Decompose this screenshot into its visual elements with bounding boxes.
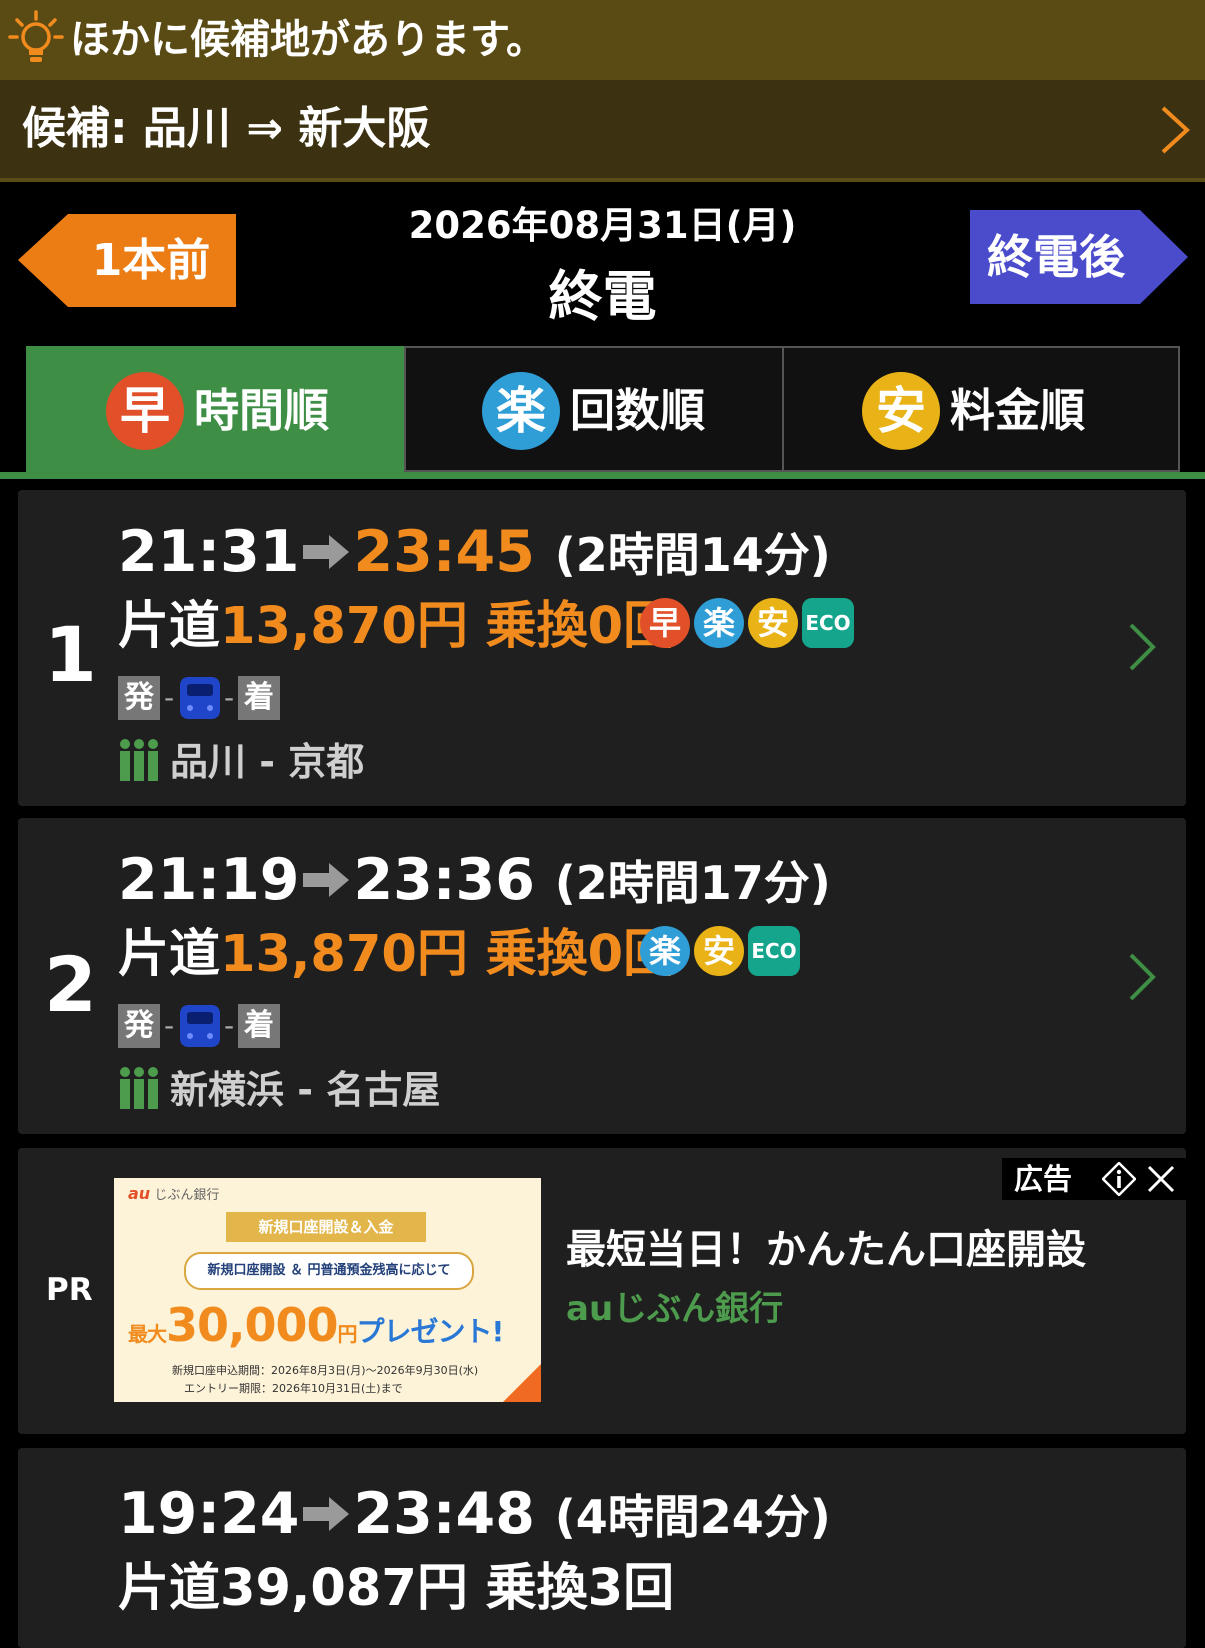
- route-times: 21:31 23:45 (2時間14分): [118, 516, 831, 591]
- cheap-badge-icon: 安: [694, 926, 744, 976]
- section-stations: 品川 - 京都: [170, 740, 365, 784]
- easy-badge-icon: 楽: [694, 598, 744, 648]
- fare-prefix: 片道: [118, 597, 221, 656]
- ad-sponsor: auじぶん銀行: [566, 1289, 784, 1329]
- departure-time: 19:24: [118, 1481, 300, 1547]
- fare-amount: 13,870円: [220, 925, 468, 984]
- travel-duration: (2時間17分): [554, 856, 831, 910]
- search-mode: 終電: [548, 265, 657, 328]
- au-logo: au: [128, 1184, 151, 1203]
- departure-marker: 発: [118, 1004, 160, 1048]
- easy-icon: 楽: [482, 372, 560, 450]
- tab-sort-by-fare[interactable]: 安 料金順: [782, 346, 1180, 472]
- previous-train-label: 1本前: [91, 235, 211, 286]
- route-times: 21:19 23:36 (2時間17分): [118, 844, 831, 919]
- fare-amount: 13,870円: [220, 597, 468, 656]
- route-dash: -: [224, 1009, 235, 1042]
- chevron-right-icon: [1161, 106, 1190, 154]
- tab-sort-by-time[interactable]: 早 時間順: [26, 346, 406, 472]
- ad-tag-label: 広告: [1014, 1162, 1073, 1196]
- route-dash: -: [164, 681, 175, 714]
- pr-label: PR: [46, 1272, 93, 1308]
- arrival-marker: 着: [238, 676, 280, 720]
- transfer-count: 乗換3回: [485, 1559, 675, 1618]
- shinkansen-icon: [180, 1005, 220, 1047]
- fare-prefix: 片道: [118, 1559, 221, 1618]
- cheap-badge-icon: 安: [748, 598, 798, 648]
- arrival-marker: 着: [238, 1004, 280, 1048]
- tab-sort-by-transfers[interactable]: 楽 回数順: [404, 346, 784, 472]
- departure-time: 21:19: [118, 847, 300, 913]
- route-result-2[interactable]: 2 21:19 23:36 (2時間17分) 片道13,870円 乗換0回 楽 安…: [18, 818, 1186, 1134]
- ad-amount-unit: 円: [337, 1322, 358, 1346]
- ad-entry: エントリー期限：2026年10月31日(土)まで: [184, 1382, 403, 1395]
- people-icon: [120, 739, 158, 781]
- ad-tag: 広告: [1002, 1158, 1186, 1200]
- close-icon[interactable]: [1146, 1164, 1176, 1194]
- alternate-location-alert: ほかに候補地があります。: [0, 0, 1205, 80]
- arrow-right-icon: [303, 535, 350, 570]
- cheap-icon: 安: [862, 372, 940, 450]
- ad-title[interactable]: 最短当日！かんたん口座開設: [566, 1222, 1086, 1278]
- people-icon: [120, 1067, 158, 1109]
- travel-duration: (2時間14分): [554, 528, 831, 582]
- lightbulb-icon: [8, 10, 64, 62]
- after-last-train-button[interactable]: 終電後: [970, 210, 1188, 304]
- section-stations: 新横浜 - 名古屋: [170, 1068, 441, 1112]
- departure-time: 21:31: [118, 519, 300, 585]
- shinkansen-icon: [180, 677, 220, 719]
- fare-line: 片道13,870円 乗換0回: [118, 594, 674, 660]
- route-rank: 2: [44, 940, 97, 1029]
- fare-prefix: 片道: [118, 925, 221, 984]
- ad-amount: 最大30,000円プレゼント!: [128, 1296, 505, 1363]
- ad-banner-image[interactable]: au じぶん銀行 新規口座開設＆入金 新規口座開設 ＆ 円普通預金残高に応じて …: [114, 1178, 541, 1402]
- arrival-time: 23:48: [353, 1481, 535, 1547]
- ad-pill: 新規口座開設 ＆ 円普通預金残高に応じて: [184, 1252, 474, 1290]
- alert-text: ほかに候補地があります。: [70, 17, 546, 63]
- route-result-3[interactable]: 19:24 23:48 (4時間24分) 片道39,087円 乗換3回: [18, 1448, 1186, 1648]
- fast-badge-icon: 早: [640, 598, 690, 648]
- ad-brand: au じぶん銀行: [128, 1184, 219, 1203]
- eco-badge-icon: ECO: [748, 926, 800, 976]
- arrow-right-icon: [303, 863, 350, 898]
- ad-amount-prefix: 最大: [128, 1322, 167, 1346]
- fare-line: 片道13,870円 乗換0回: [118, 922, 674, 988]
- arrow-right-icon: [303, 1497, 350, 1532]
- departure-marker: 発: [118, 676, 160, 720]
- ad-brand-name: じぶん銀行: [154, 1188, 220, 1203]
- route-dash: -: [224, 681, 235, 714]
- candidate-route-link[interactable]: 候補: 品川 ⇒ 新大阪: [0, 80, 1205, 182]
- after-last-train-label: 終電後: [987, 230, 1125, 284]
- tab-label: 時間順: [194, 384, 330, 437]
- ad-amount-value: 30,000: [166, 1298, 339, 1352]
- info-icon[interactable]: [1102, 1162, 1136, 1196]
- easy-badge-icon: 楽: [640, 926, 690, 976]
- tab-label: 回数順: [570, 384, 706, 437]
- tabs-underline: [0, 472, 1205, 479]
- search-date: 2026年08月31日(月): [408, 204, 797, 247]
- route-dash: -: [164, 1009, 175, 1042]
- tab-label: 料金順: [950, 384, 1086, 437]
- route-rank: 1: [44, 610, 97, 699]
- travel-duration: (4時間24分): [554, 1490, 831, 1544]
- route-result-1[interactable]: 1 21:31 23:45 (2時間14分) 片道13,870円 乗換0回 早 楽…: [18, 490, 1186, 806]
- chevron-right-icon: [1129, 623, 1156, 671]
- candidate-route-text: 候補: 品川 ⇒ 新大阪: [22, 103, 431, 154]
- ad-period: 新規口座申込期間：2026年8月3日(月)～2026年9月30日(水): [172, 1364, 479, 1377]
- fare-amount: 39,087円: [220, 1559, 468, 1618]
- ad-ribbon: 新規口座開設＆入金: [226, 1212, 426, 1242]
- previous-train-button[interactable]: 1本前: [18, 214, 236, 307]
- arrival-time: 23:36: [353, 847, 535, 913]
- sort-tabs: 早 時間順 楽 回数順 安 料金順: [26, 346, 1180, 472]
- fast-icon: 早: [106, 372, 184, 450]
- fare-line: 片道39,087円 乗換3回: [118, 1556, 674, 1622]
- chevron-right-icon: [1129, 953, 1156, 1001]
- arrival-time: 23:45: [353, 519, 535, 585]
- ad-present: プレゼント!: [356, 1315, 505, 1348]
- eco-badge-icon: ECO: [802, 598, 854, 648]
- ad-arrow-icon: [503, 1364, 541, 1402]
- route-times: 19:24 23:48 (4時間24分): [118, 1478, 831, 1553]
